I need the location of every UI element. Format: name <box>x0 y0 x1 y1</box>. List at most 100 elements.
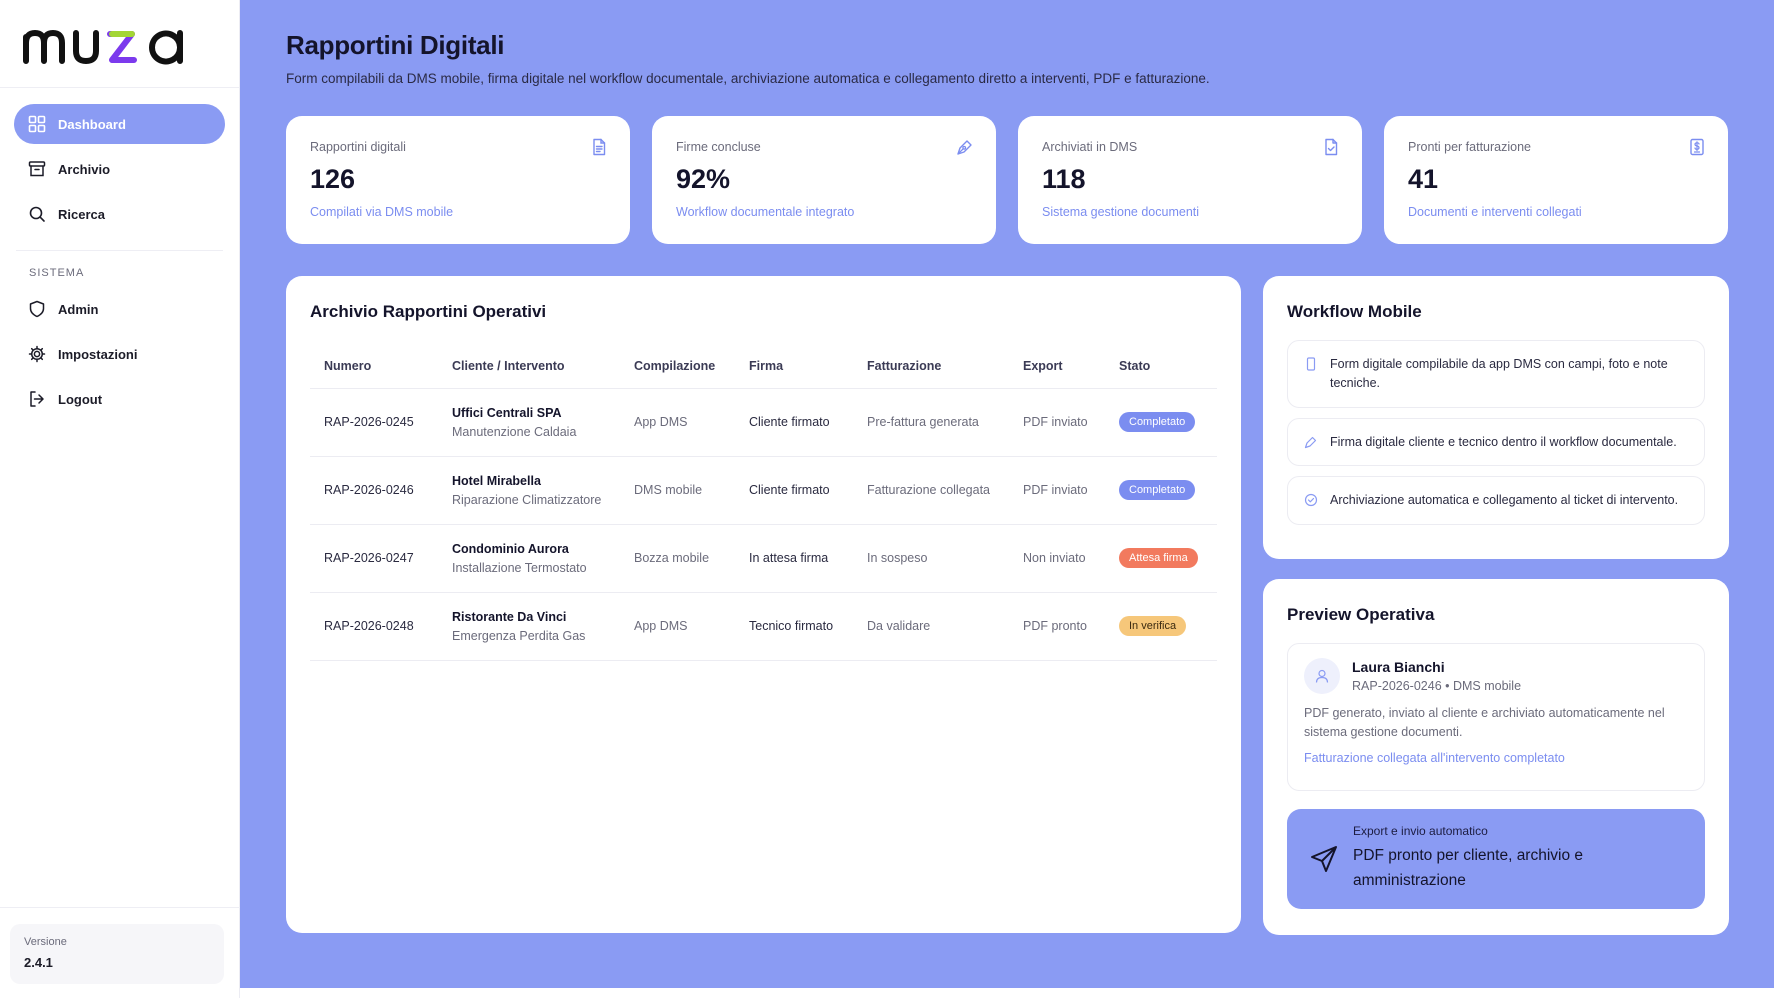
sidebar-item-label: Admin <box>58 301 99 317</box>
sidebar-item-label: Dashboard <box>58 116 126 132</box>
column-header-fatturazione[interactable]: Fatturazione <box>853 344 1009 389</box>
logout-icon <box>30 391 44 407</box>
sidebar-item-archivio[interactable]: Archivio <box>14 149 225 189</box>
kpi-card-fatturazione[interactable]: Pronti per fatturazione 41 Documenti e i… <box>1384 116 1728 244</box>
cell-compilazione: App DMS <box>620 388 735 457</box>
cell-cliente: Condominio Aurora Installazione Termosta… <box>438 524 620 593</box>
preview-title: Preview Operativa <box>1287 605 1435 624</box>
export-content: Export e invio automatico PDF pronto per… <box>1353 824 1683 894</box>
gear-icon <box>28 345 46 363</box>
preview-identity: Laura Bianchi RAP-2026-0246 • DMS mobile <box>1352 659 1521 693</box>
workflow-panel: Workflow Mobile Form digitale compilabil… <box>1263 276 1729 559</box>
cell-firma: In attesa firma <box>735 524 853 593</box>
sidebar-item-logout[interactable]: Logout <box>14 379 225 419</box>
brand-logo[interactable] <box>0 0 239 88</box>
client-name: Condominio Aurora <box>452 541 569 556</box>
cell-cliente: Uffici Centrali SPA Manutenzione Caldaia <box>438 388 620 457</box>
preview-link[interactable]: Fatturazione collegata all'intervento co… <box>1304 751 1688 765</box>
column-header-compilazione[interactable]: Compilazione <box>620 344 735 389</box>
intervention-type: Manutenzione Caldaia <box>452 424 577 439</box>
sidebar-item-ricerca[interactable]: Ricerca <box>14 194 225 234</box>
check-circle-icon <box>1304 494 1318 507</box>
kpi-label: Pronti per fatturazione <box>1408 140 1531 154</box>
send-icon <box>1311 846 1337 872</box>
pen-icon <box>1304 436 1317 448</box>
cell-stato: Attesa firma <box>1105 524 1217 593</box>
cell-export: PDF inviato <box>1009 388 1105 457</box>
export-label: Export e invio automatico <box>1353 824 1488 839</box>
kpi-card-rapportini[interactable]: Rapportini digitali 126 Compilati via DM… <box>286 116 630 244</box>
column-header-firma[interactable]: Firma <box>735 344 853 389</box>
sidebar-item-label: Logout <box>58 391 103 407</box>
workflow-list: Form digitale compilabile da app DMS con… <box>1287 340 1705 525</box>
preview-header: Laura Bianchi RAP-2026-0246 • DMS mobile <box>1304 658 1688 694</box>
sidebar: Dashboard Archivio Ricerca SISTEMA Admin… <box>0 0 240 998</box>
preview-panel: Preview Operativa Laura Bianchi RAP-2026… <box>1263 579 1729 935</box>
cell-fatturazione: Pre-fattura generata <box>853 388 1009 457</box>
grid-icon <box>28 115 46 133</box>
cell-fatturazione: Fatturazione collegata <box>853 456 1009 525</box>
main-content: Rapportini Digitali Form compilabili da … <box>240 0 1774 998</box>
archive-table-panel: Archivio Rapportini Operativi Numero Cli… <box>286 276 1241 933</box>
client-name: Uffici Centrali SPA <box>452 405 562 420</box>
system-nav: Admin Impostazioni Logout <box>0 289 239 419</box>
intervention-type: Riparazione Climatizzatore <box>452 492 602 507</box>
column-header-numero[interactable]: Numero <box>310 344 438 389</box>
table-row[interactable]: RAP-2026-0246 Hotel Mirabella Riparazion… <box>310 456 1217 525</box>
status-badge: Completato <box>1119 480 1196 500</box>
cell-stato: Completato <box>1105 456 1217 525</box>
main-nav: Dashboard Archivio Ricerca <box>0 88 239 234</box>
kpi-subtext: Compilati via DMS mobile <box>310 205 454 219</box>
table-row[interactable]: RAP-2026-0247 Condominio Aurora Installa… <box>310 524 1217 593</box>
page-title: Rapportini Digitali <box>286 30 505 60</box>
table-row[interactable]: RAP-2026-0245 Uffici Centrali SPA Manute… <box>310 388 1217 457</box>
archive-table: Numero Cliente / Intervento Compilazione… <box>310 344 1217 661</box>
column-header-export[interactable]: Export <box>1009 344 1105 389</box>
preview-card[interactable]: Laura Bianchi RAP-2026-0246 • DMS mobile… <box>1287 643 1705 791</box>
bottom-strip <box>240 988 1774 998</box>
cell-numero: RAP-2026-0245 <box>310 388 438 457</box>
kpi-value: 118 <box>1042 164 1086 194</box>
kpi-card-archiviati[interactable]: Archiviati in DMS 118 Sistema gestione d… <box>1018 116 1362 244</box>
column-header-cliente[interactable]: Cliente / Intervento <box>438 344 620 389</box>
version-box: Versione 2.4.1 <box>10 924 224 984</box>
kpi-card-firme[interactable]: Firme concluse 92% Workflow documentale … <box>652 116 996 244</box>
kpi-value: 92% <box>676 164 731 194</box>
cell-stato: Completato <box>1105 388 1217 457</box>
preview-description: PDF generato, inviato al cliente e archi… <box>1304 706 1665 739</box>
export-box[interactable]: Export e invio automatico PDF pronto per… <box>1287 809 1705 909</box>
workflow-item: Firma digitale cliente e tecnico dentro … <box>1287 417 1705 467</box>
cell-firma: Cliente firmato <box>735 388 853 457</box>
kpi-value: 126 <box>310 164 356 194</box>
sidebar-item-impostazioni[interactable]: Impostazioni <box>14 334 225 374</box>
version-value: 2.4.1 <box>24 955 53 970</box>
kpi-subtext: Workflow documentale integrato <box>676 205 855 219</box>
cell-export: Non inviato <box>1009 524 1105 593</box>
user-icon <box>1315 669 1329 683</box>
kpi-label: Rapportini digitali <box>310 140 406 154</box>
file-check-icon <box>1325 138 1338 156</box>
pen-icon <box>957 140 972 155</box>
client-name: Hotel Mirabella <box>452 473 541 488</box>
nav-section-title: SISTEMA <box>29 267 85 279</box>
table-title: Archivio Rapportini Operativi <box>310 302 547 321</box>
status-badge: Completato <box>1119 412 1196 432</box>
sidebar-divider <box>0 907 240 908</box>
sidebar-item-label: Archivio <box>58 161 111 177</box>
page-subtitle: Form compilabili da DMS mobile, firma di… <box>286 71 1210 86</box>
export-text: PDF pronto per cliente, archivio e ammin… <box>1353 847 1584 889</box>
workflow-item: Form digitale compilabile da app DMS con… <box>1287 340 1705 408</box>
right-column: Workflow Mobile Form digitale compilabil… <box>1263 276 1729 935</box>
workflow-title: Workflow Mobile <box>1287 302 1422 321</box>
version-label: Versione <box>24 936 67 948</box>
intervention-type: Emergenza Perdita Gas <box>452 628 586 643</box>
workflow-item-text: Archiviazione automatica e collegamento … <box>1330 493 1679 508</box>
sidebar-item-dashboard[interactable]: Dashboard <box>14 104 225 144</box>
column-header-stato[interactable]: Stato <box>1105 344 1217 389</box>
sidebar-item-admin[interactable]: Admin <box>14 289 225 329</box>
client-name: Ristorante Da Vinci <box>452 609 567 624</box>
cell-fatturazione: Da validare <box>853 592 1009 661</box>
cell-compilazione: DMS mobile <box>620 456 735 525</box>
kpi-subtext: Documenti e interventi collegati <box>1408 205 1582 219</box>
table-row[interactable]: RAP-2026-0248 Ristorante Da Vinci Emerge… <box>310 592 1217 661</box>
